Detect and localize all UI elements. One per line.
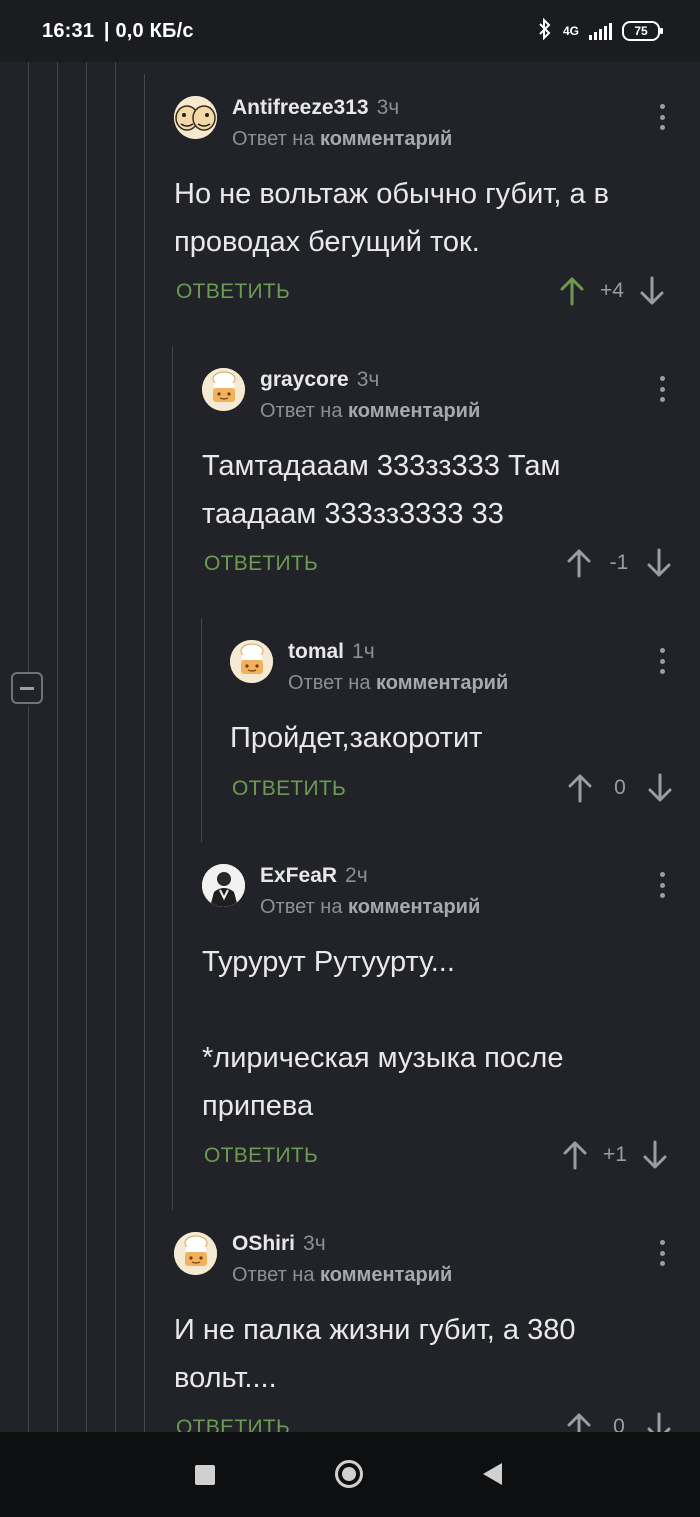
vote-controls: +1 [563,1140,667,1170]
comment: OShiri 3ч Ответ на комментарий И не палка… [174,1232,684,1432]
chef-avatar-icon [230,640,273,683]
vote-controls: -1 [567,548,671,578]
back-icon[interactable] [483,1463,502,1485]
minus-icon [20,686,34,690]
status-bar: 16:31 | 0,0 КБ/с 4G 75 [0,0,700,62]
more-options-icon[interactable] [659,1240,665,1266]
comment-author[interactable]: OShiri 3ч [232,1232,326,1256]
comment-score: -1 [609,551,629,574]
comment-author[interactable]: tomal 1ч [288,640,375,664]
reply-to-link[interactable]: комментарий [320,1264,452,1286]
comment-score: +4 [600,279,624,302]
comment-text: Но не вольтаж обычно губит, а в проводах… [174,178,610,258]
comment-author[interactable]: graycore 3ч [260,368,379,392]
avatar[interactable] [174,96,217,139]
comment-time: 3ч [356,368,380,391]
avatar[interactable] [202,368,245,411]
comment-score: +1 [603,1143,627,1166]
reply-button[interactable]: ОТВЕТИТЬ [176,1416,290,1432]
more-options-icon[interactable] [659,376,665,402]
home-icon[interactable] [335,1460,363,1488]
comment-text: Тамтадааам 333зз333 Там таадаам 333зз333… [202,450,561,530]
vote-controls: 0 [568,773,672,803]
recent-apps-icon[interactable] [195,1465,215,1485]
upvote-arrow-icon[interactable] [563,1140,587,1170]
reply-button[interactable]: ОТВЕТИТЬ [204,1144,318,1168]
thread-line [57,62,58,1432]
status-icons: 4G 75 [537,17,663,44]
upvote-arrow-icon[interactable] [567,1412,591,1432]
reply-button[interactable]: ОТВЕТИТЬ [204,552,318,576]
reply-button[interactable]: ОТВЕТИТЬ [232,777,346,801]
collapse-thread-button[interactable] [11,672,43,704]
more-options-icon[interactable] [659,648,665,674]
comment-time: 3ч [303,1232,326,1255]
upvote-arrow-icon[interactable] [568,773,592,803]
downvote-arrow-icon[interactable] [647,1412,671,1432]
clock: 16:31 [42,20,95,42]
comment-text: И не палка жизни губит, а 380 вольт.... [174,1314,576,1394]
avatar[interactable] [174,1232,217,1275]
comment: graycore 3ч Ответ на комментарий Тамтадаа… [202,368,684,598]
reply-to-link[interactable]: комментарий [376,672,508,694]
thread-line [201,618,202,842]
comment-score: 0 [613,1415,625,1432]
reply-to: Ответ на комментарий [260,896,481,918]
thread-line [28,62,29,672]
reply-button[interactable]: ОТВЕТИТЬ [176,280,290,304]
upvote-arrow-icon[interactable] [560,276,584,306]
signal-icon [589,22,612,40]
reply-to: Ответ на комментарий [288,672,509,694]
comment-text: Пройдет,закоротит [230,722,483,754]
reply-to-link[interactable]: комментарий [348,400,480,422]
system-navigation-bar [0,1432,700,1517]
comment-time: 3ч [376,96,400,119]
chef-avatar-icon [174,1232,217,1275]
person-photo-avatar-icon [202,864,245,907]
avatar[interactable] [230,640,273,683]
reply-to: Ответ на комментарий [232,1264,453,1286]
thread-line [172,346,173,1210]
comment: ExFeaR 2ч Ответ на комментарий Турурут Ру… [202,864,684,1184]
comment-text: Турурут Рутуурту... *лирическая музыка п… [202,946,564,1122]
avatar[interactable] [202,864,245,907]
battery-icon: 75 [622,21,663,41]
upvote-arrow-icon[interactable] [567,548,591,578]
thread-line [28,706,29,1432]
comment-time: 2ч [345,864,368,887]
bluetooth-icon [537,17,553,44]
downvote-arrow-icon[interactable] [643,1140,667,1170]
thread-line [115,62,116,1432]
thread-line [144,74,145,1432]
downvote-arrow-icon[interactable] [648,773,672,803]
comment: tomal 1ч Ответ на комментарий Пройдет,зак… [230,640,684,820]
battery-level: 75 [634,24,648,38]
vote-controls: +4 [560,276,664,306]
comment-author[interactable]: Antifreeze313 3ч [232,96,399,120]
comment-score: 0 [614,776,626,799]
more-options-icon[interactable] [659,872,665,898]
network-speed: | 0,0 КБ/с [103,20,194,42]
more-options-icon[interactable] [659,104,665,130]
chef-avatar-icon [202,368,245,411]
comment-time: 1ч [352,640,375,663]
thread-line [86,62,87,1432]
comment-author[interactable]: ExFeaR 2ч [260,864,368,888]
reply-to-link[interactable]: комментарий [348,896,480,918]
network-type: 4G [562,24,579,38]
vote-controls: 0 [567,1412,671,1432]
downvote-arrow-icon[interactable] [647,548,671,578]
reply-to-link[interactable]: комментарий [320,128,452,150]
reply-to: Ответ на комментарий [260,400,481,422]
comment: Antifreeze313 3ч Ответ на комментарий Но … [174,96,684,326]
reply-to: Ответ на комментарий [232,128,453,150]
downvote-arrow-icon[interactable] [640,276,664,306]
status-time: 16:31 | 0,0 КБ/с [42,20,194,43]
cartoon-face-avatar-icon [174,96,217,139]
